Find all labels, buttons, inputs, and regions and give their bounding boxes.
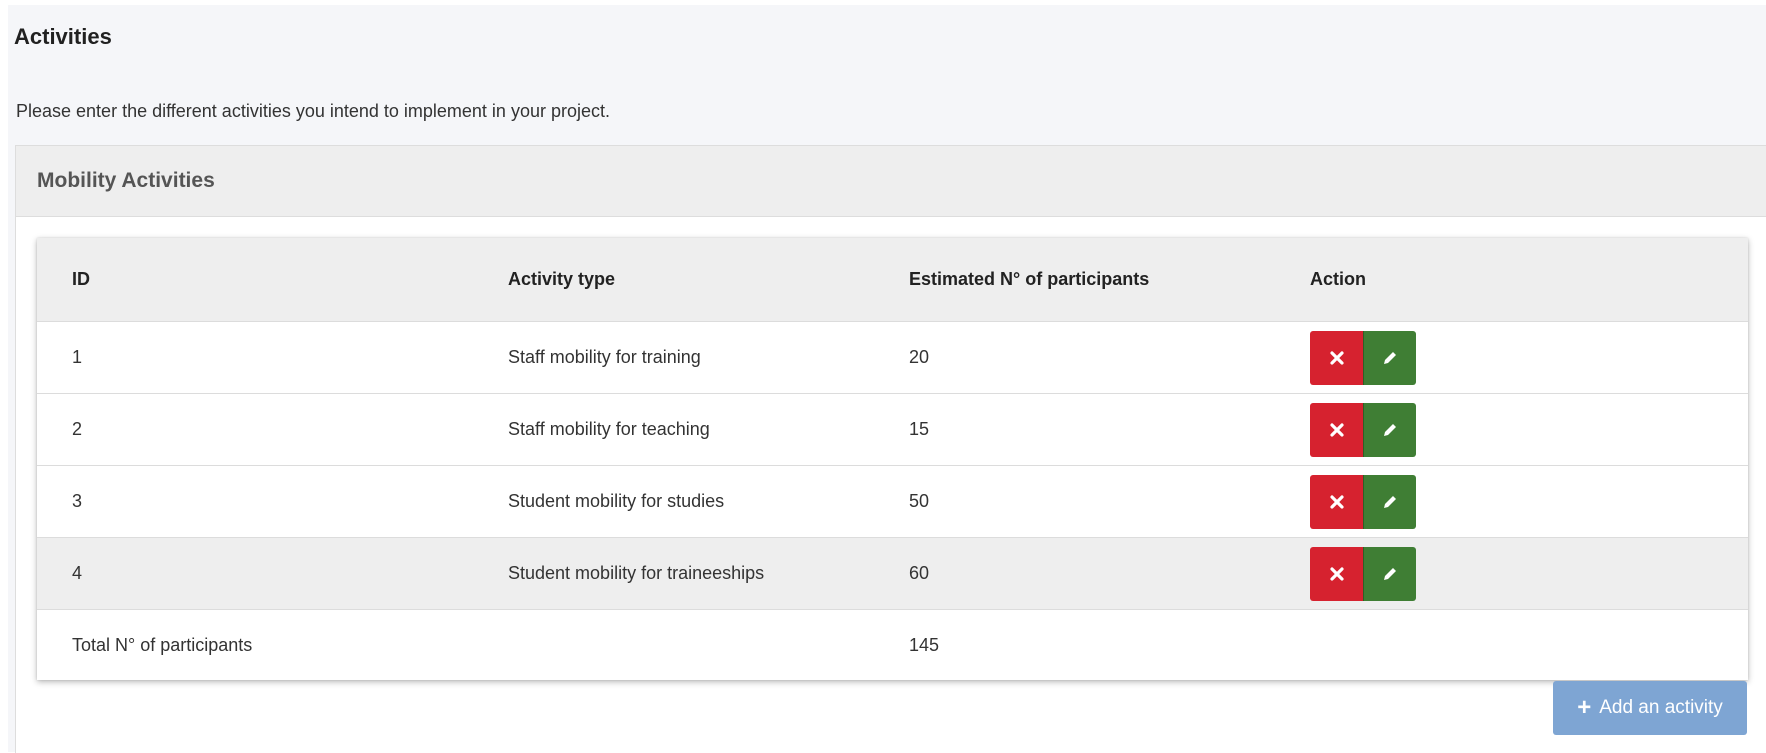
row-activity-type: Staff mobility for training <box>508 347 701 367</box>
delete-activity-button[interactable] <box>1310 546 1363 601</box>
table-row: 3 Student mobility for studies 50 <box>37 466 1748 538</box>
table-row: 1 Staff mobility for training 20 <box>37 322 1748 394</box>
pencil-icon <box>1384 351 1396 364</box>
pencil-icon <box>1384 495 1396 508</box>
edit-activity-button[interactable] <box>1363 330 1416 385</box>
pencil-icon <box>1384 423 1396 436</box>
column-header-id: ID <box>72 269 90 289</box>
row-id: 2 <box>72 419 83 439</box>
row-participants: 50 <box>909 491 930 511</box>
row-participants: 60 <box>909 563 930 583</box>
page-title: Activities <box>14 24 112 49</box>
total-label: Total N° of participants <box>72 635 253 655</box>
panel-title: Mobility Activities <box>37 169 215 192</box>
edit-activity-button[interactable] <box>1363 402 1416 457</box>
row-id: 4 <box>72 563 83 583</box>
pencil-icon <box>1384 567 1396 580</box>
row-participants: 20 <box>909 347 930 367</box>
row-id: 1 <box>72 347 83 367</box>
delete-activity-button[interactable] <box>1310 330 1363 385</box>
table-header-row: ID Activity type Estimated N° of partici… <box>37 238 1748 322</box>
delete-activity-button[interactable] <box>1310 474 1363 529</box>
close-icon <box>1329 350 1344 365</box>
table-row: 4 Student mobility for traineeships 60 <box>37 538 1748 610</box>
close-icon <box>1329 494 1344 509</box>
row-participants: 15 <box>909 419 930 439</box>
page-description: Please enter the different activities yo… <box>16 101 610 121</box>
column-header-activity-type: Activity type <box>508 269 616 289</box>
delete-activity-button[interactable] <box>1310 402 1363 457</box>
total-value: 145 <box>909 635 940 655</box>
add-activity-label: Add an activity <box>1599 697 1723 718</box>
row-actions <box>1310 322 1416 393</box>
column-header-action: Action <box>1310 269 1366 289</box>
add-activity-button[interactable]: + Add an activity <box>1553 681 1747 735</box>
row-actions <box>1310 394 1416 465</box>
edit-activity-button[interactable] <box>1363 546 1416 601</box>
close-icon <box>1329 422 1344 437</box>
table-total-row: Total N° of participants 145 <box>37 610 1748 681</box>
row-activity-type: Student mobility for traineeships <box>508 563 765 583</box>
column-header-participants: Estimated N° of participants <box>909 269 1150 289</box>
plus-icon: + <box>1577 694 1592 721</box>
row-activity-type: Staff mobility for teaching <box>508 419 710 439</box>
row-id: 3 <box>72 491 83 511</box>
row-activity-type: Student mobility for studies <box>508 491 725 511</box>
edit-activity-button[interactable] <box>1363 474 1416 529</box>
row-actions <box>1310 538 1416 609</box>
panel-header: Mobility Activities <box>16 146 1766 217</box>
activities-table: ID Activity type Estimated N° of partici… <box>37 238 1748 680</box>
close-icon <box>1329 566 1344 581</box>
table-row: 2 Staff mobility for teaching 15 <box>37 394 1748 466</box>
row-actions <box>1310 466 1416 537</box>
